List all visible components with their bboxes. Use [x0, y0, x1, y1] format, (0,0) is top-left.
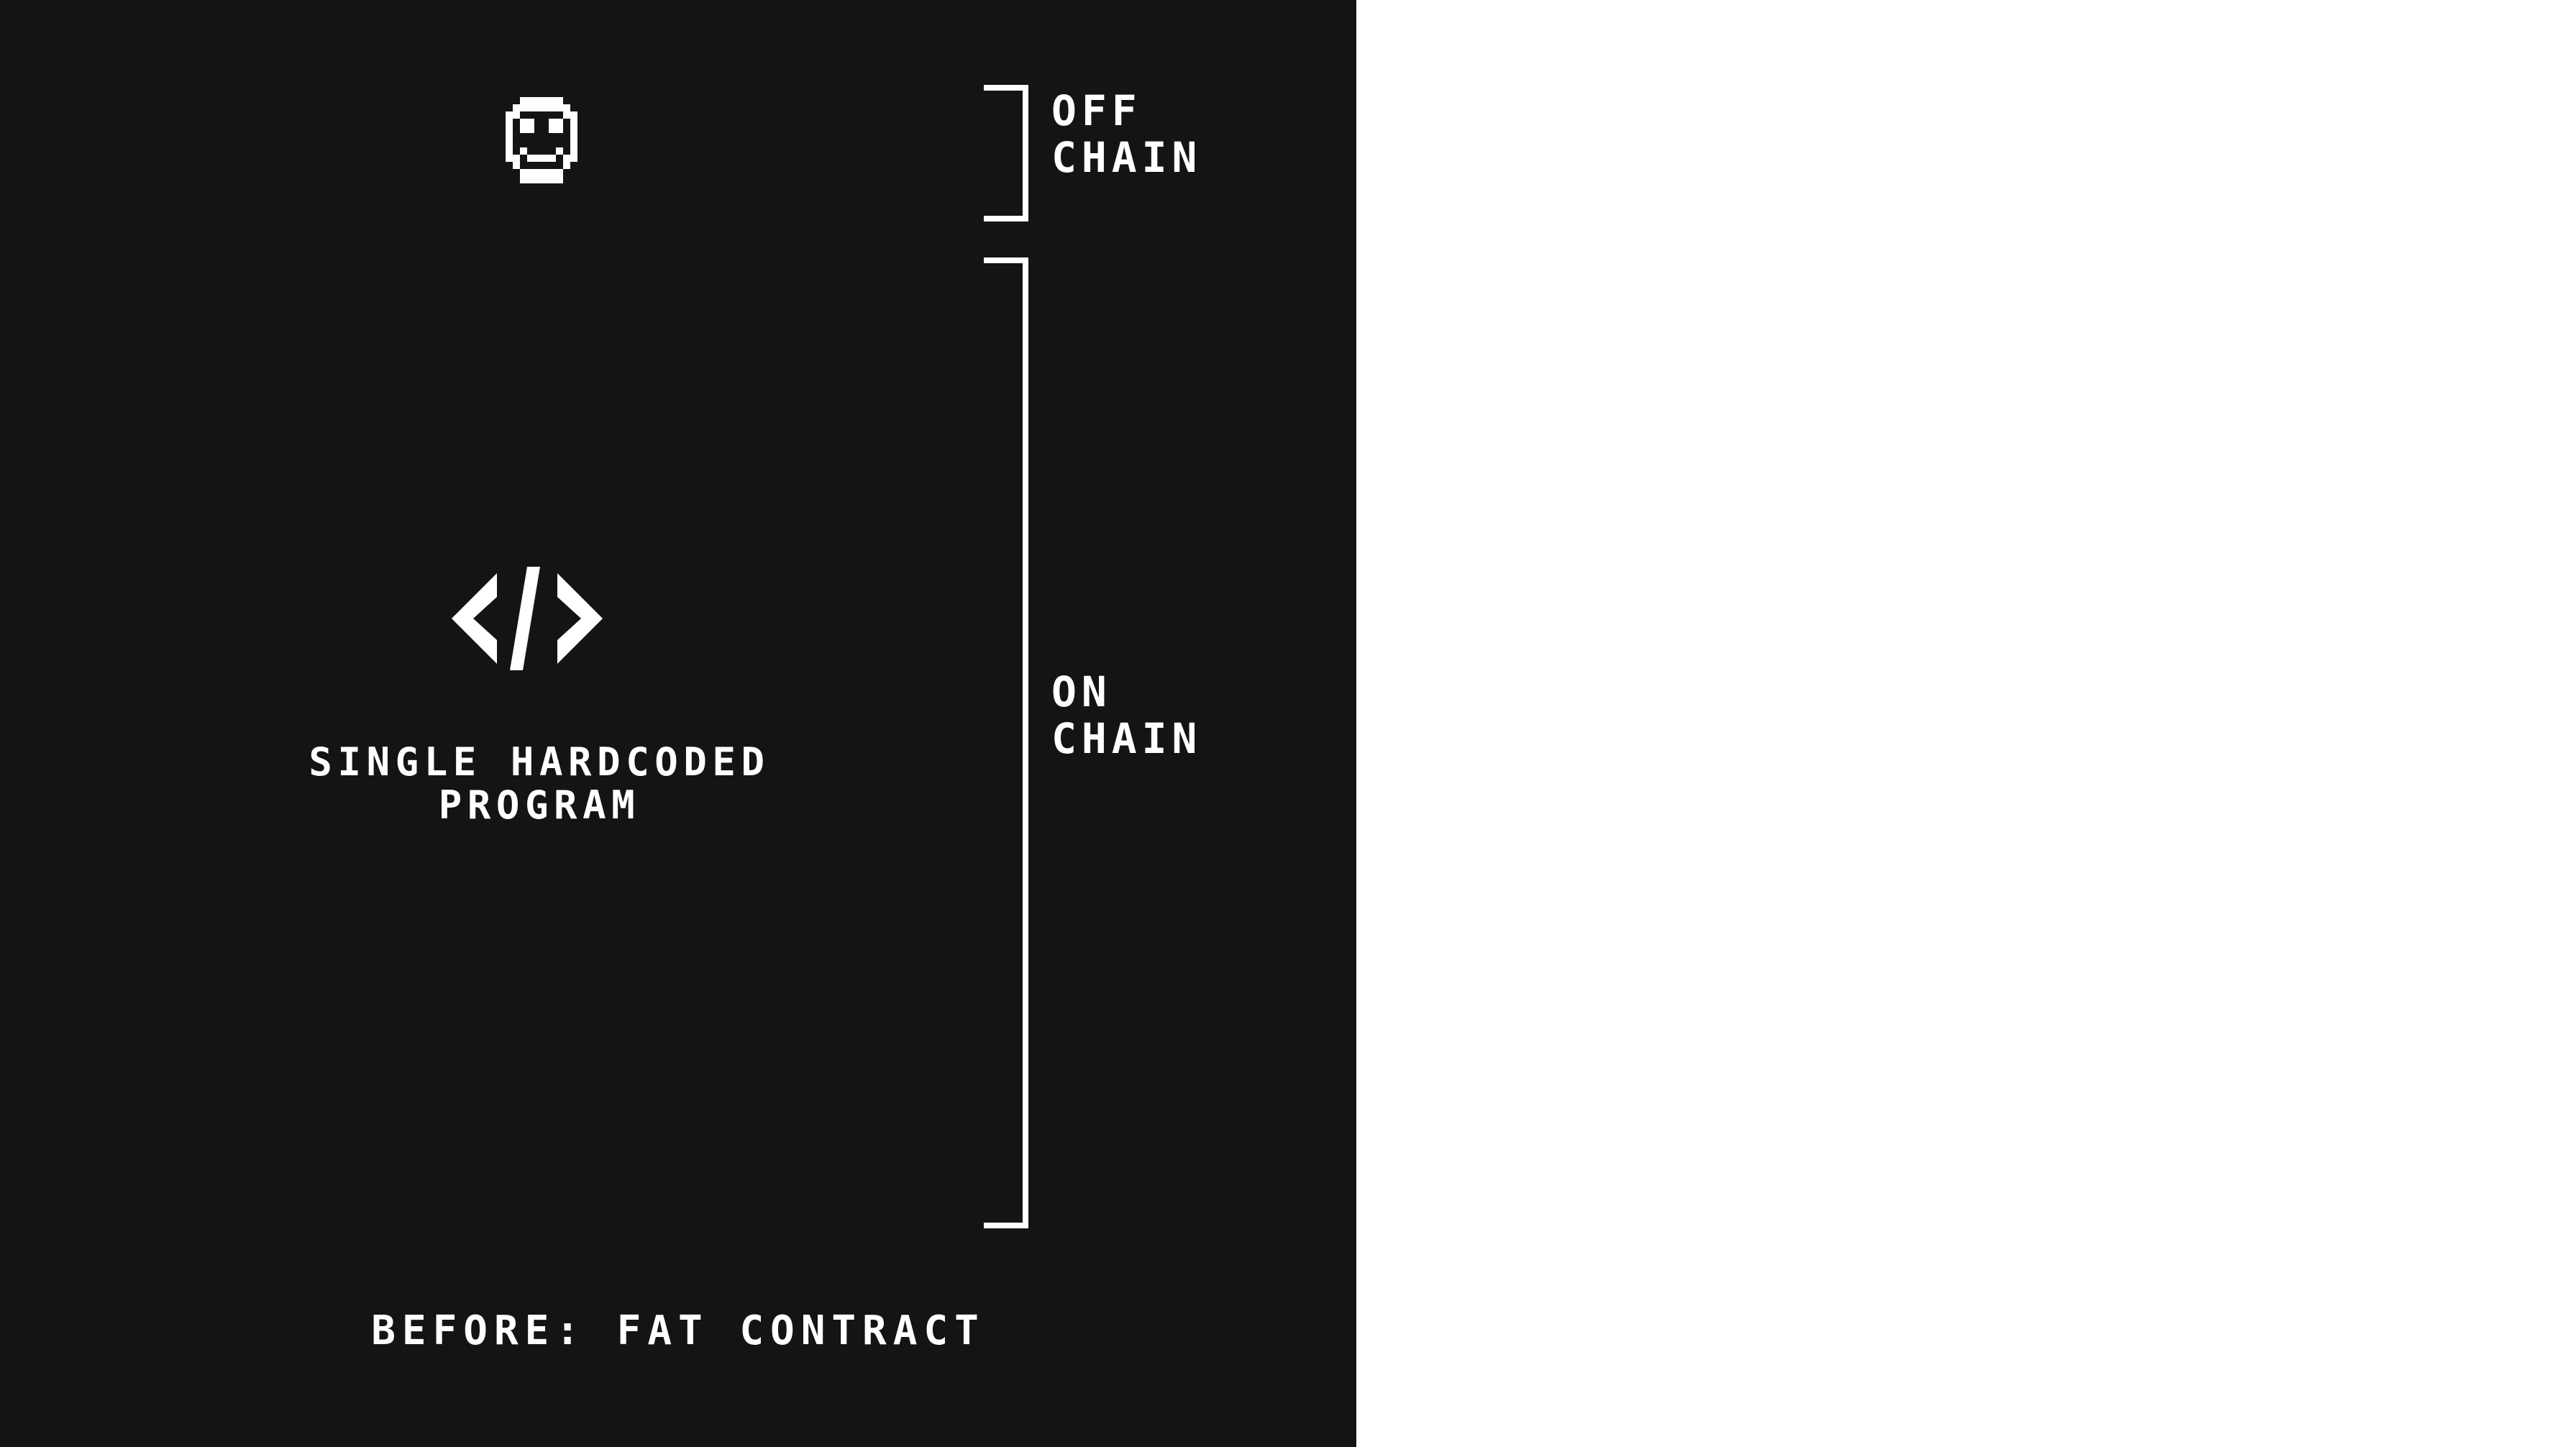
- on-chain-bracket: [984, 257, 1028, 1228]
- code-chevron-icon: [449, 565, 605, 675]
- before-panel: SINGLE HARDCODED PROGRAM OFF CHAIN ON CH…: [0, 0, 1356, 1447]
- after-panel: UNLIMITED NUMBER OF PROGRAMS: [1356, 0, 2576, 1447]
- before-caption: BEFORE: FAT CONTRACT: [371, 1307, 985, 1354]
- on-chain-label: ON CHAIN: [1051, 667, 1202, 763]
- comparison-diagram: SINGLE HARDCODED PROGRAM OFF CHAIN ON CH…: [0, 0, 2576, 1447]
- off-chain-label: OFF CHAIN: [1051, 86, 1202, 182]
- single-program-label: SINGLE HARDCODED PROGRAM: [309, 739, 770, 829]
- off-chain-bracket: [984, 85, 1028, 222]
- smiley-face-icon: [498, 90, 585, 186]
